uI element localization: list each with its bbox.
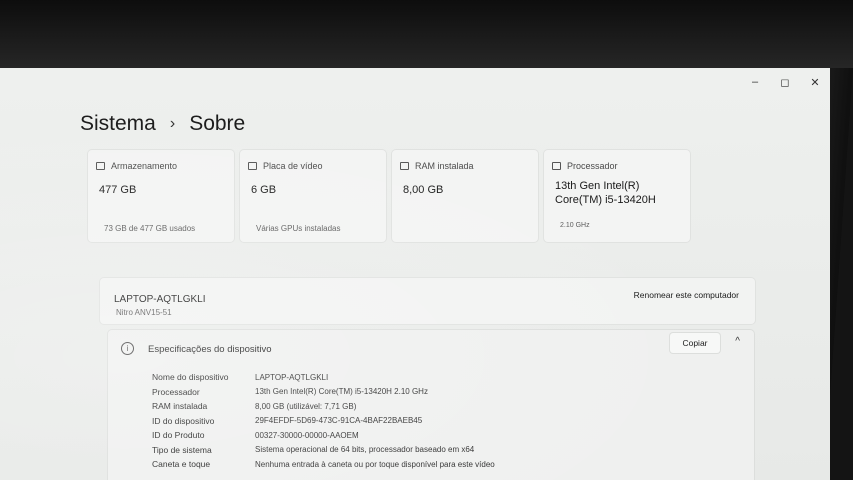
processor-card-value: 13th Gen Intel(R) Core(TM) i5-13420H	[555, 179, 656, 207]
spec-row: Caneta e toque Nenhuma entrada à caneta …	[152, 457, 495, 472]
spec-row: ID do Produto 00327-30000-00000-AAOEM	[152, 428, 495, 443]
display-adapter-icon	[248, 162, 257, 170]
spec-value: 13th Gen Intel(R) Core(TM) i5-13420H 2.1…	[255, 387, 428, 397]
page-title: Sobre	[189, 112, 246, 135]
ram-card-label: RAM instalada	[415, 161, 474, 171]
storage-card[interactable]: Armazenamento 477 GB 73 GB de 477 GB usa…	[88, 150, 234, 242]
device-name-bar: LAPTOP-AQTLGKLI Nitro ANV15-51 Renomear …	[100, 278, 755, 324]
storage-icon	[96, 162, 105, 170]
gpu-card-header: Placa de vídeo	[248, 161, 323, 171]
maximize-icon[interactable]: ◻	[770, 74, 800, 90]
gpu-card-sub: Várias GPUs instaladas	[256, 224, 341, 233]
spec-label: RAM instalada	[152, 401, 208, 412]
settings-window: – ◻ ✕ Sistema › Sobre Armazenamento 477 …	[0, 68, 830, 480]
ram-icon	[400, 162, 409, 170]
spec-value: Sistema operacional de 64 bits, processa…	[255, 445, 475, 455]
device-specifications-panel: i Especificações do dispositivo Copiar ^…	[108, 330, 754, 480]
spec-row: RAM instalada 8,00 GB (utilizável: 7,71 …	[152, 399, 495, 414]
minimize-icon[interactable]: –	[740, 74, 770, 90]
specifications-table: Nome do dispositivo LAPTOP-AQTLGKLI Proc…	[152, 370, 495, 472]
info-icon: i	[121, 342, 134, 355]
summary-cards: Armazenamento 477 GB 73 GB de 477 GB usa…	[88, 150, 690, 242]
gpu-card[interactable]: Placa de vídeo 6 GB Várias GPUs instalad…	[240, 150, 386, 242]
spec-value: 00327-30000-00000-AAOEM	[255, 430, 359, 440]
breadcrumb-parent[interactable]: Sistema	[80, 112, 156, 136]
processor-icon	[552, 162, 561, 170]
breadcrumb: Sistema › Sobre	[80, 112, 245, 136]
processor-card[interactable]: Processador 13th Gen Intel(R) Core(TM) i…	[544, 150, 690, 242]
spec-row: Processador 13th Gen Intel(R) Core(TM) i…	[152, 385, 495, 400]
processor-card-label: Processador	[567, 161, 618, 171]
processor-card-value-line2: Core(TM) i5-13420H	[555, 194, 656, 206]
processor-card-value-line1: 13th Gen Intel(R)	[555, 180, 640, 192]
chevron-right-icon: ›	[169, 115, 176, 132]
rename-computer-button[interactable]: Renomear este computador	[634, 290, 739, 300]
spec-row: Tipo de sistema Sistema operacional de 6…	[152, 443, 495, 458]
spec-label: Processador	[152, 386, 200, 397]
spec-label: Caneta e toque	[152, 459, 211, 470]
device-model: Nitro ANV15-51	[116, 308, 172, 317]
spec-label: ID do dispositivo	[152, 415, 215, 426]
gpu-card-label: Placa de vídeo	[263, 161, 323, 171]
device-name: LAPTOP-AQTLGKLI	[114, 294, 206, 305]
window-controls: – ◻ ✕	[740, 74, 830, 90]
processor-card-header: Processador	[552, 161, 618, 171]
storage-card-value: 477 GB	[99, 184, 137, 196]
spec-label: ID do Produto	[152, 430, 205, 441]
storage-card-sub: 73 GB de 477 GB usados	[104, 224, 196, 233]
storage-card-label: Armazenamento	[111, 161, 178, 171]
spec-value: 29F4EFDF-5D69-473C-91CA-4BAF22BAEB45	[255, 416, 423, 426]
copy-button[interactable]: Copiar	[670, 333, 720, 353]
spec-row: Nome do dispositivo LAPTOP-AQTLGKLI	[152, 370, 495, 385]
spec-value: 8,00 GB (utilizável: 7,71 GB)	[255, 401, 357, 411]
storage-card-header: Armazenamento	[96, 161, 177, 171]
gpu-card-value: 6 GB	[251, 184, 277, 196]
processor-card-sub: 2.10 GHz	[560, 222, 590, 229]
chevron-up-icon[interactable]: ^	[735, 336, 740, 347]
ram-card-header: RAM instalada	[400, 161, 474, 171]
device-specifications-title[interactable]: Especificações do dispositivo	[148, 344, 272, 355]
monitor-bezel-top	[0, 0, 853, 68]
spec-label: Nome do dispositivo	[152, 372, 229, 383]
ram-card-value: 8,00 GB	[403, 184, 444, 196]
ram-card[interactable]: RAM instalada 8,00 GB	[392, 150, 538, 242]
spec-value: LAPTOP-AQTLGKLI	[255, 372, 329, 382]
spec-row: ID do dispositivo 29F4EFDF-5D69-473C-91C…	[152, 414, 495, 429]
spec-value: Nenhuma entrada à caneta ou por toque di…	[255, 459, 495, 469]
close-icon[interactable]: ✕	[800, 74, 830, 90]
spec-label: Tipo de sistema	[152, 444, 212, 455]
